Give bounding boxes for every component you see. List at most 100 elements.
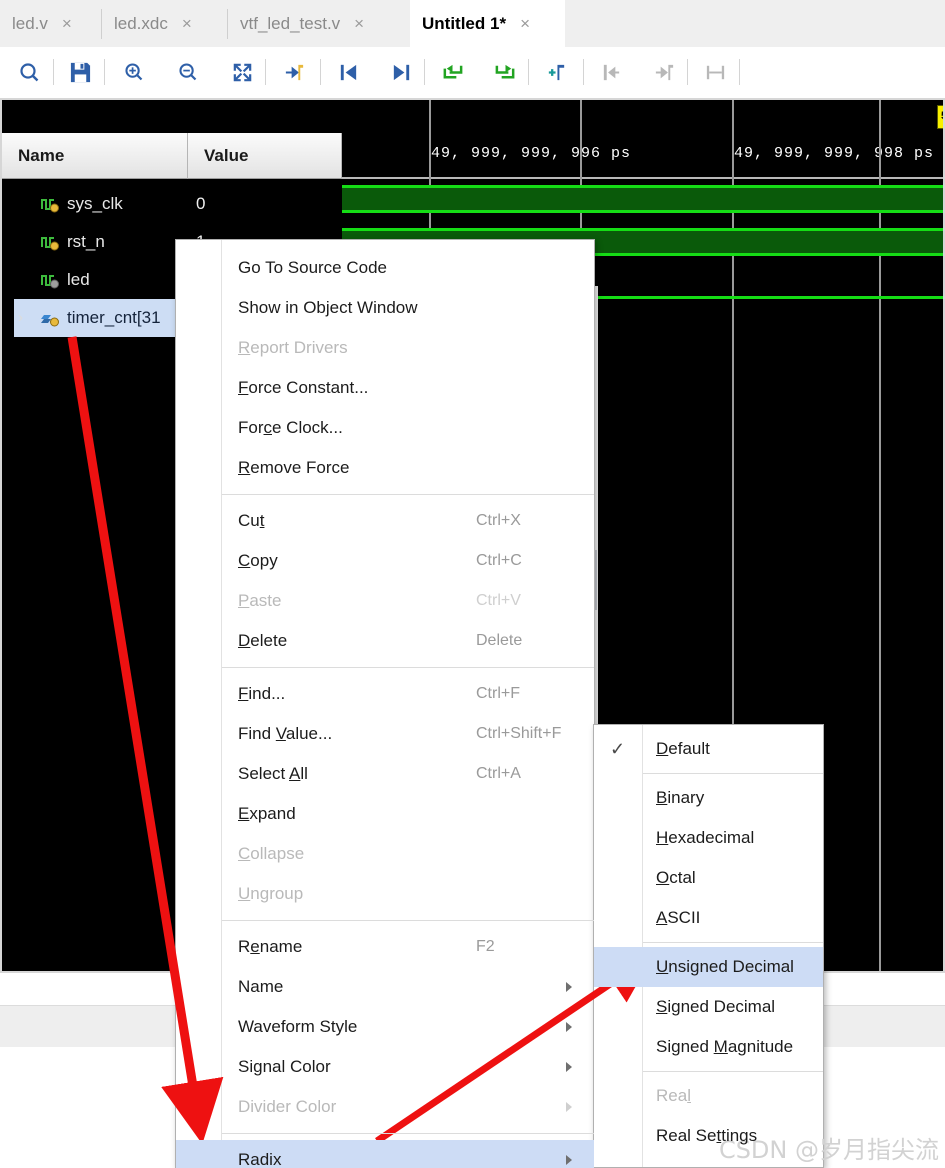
menu-item-remove-force[interactable]: Remove Force <box>176 448 594 488</box>
menu-item-show-in-object-window[interactable]: Show in Object Window <box>176 288 594 328</box>
radix-item-octal[interactable]: Octal <box>594 858 823 898</box>
radix-item-real-settings[interactable]: Real Settings <box>594 1116 823 1156</box>
tab-led-v[interactable]: led.v × <box>0 0 101 47</box>
menu-item-label: Hexadecimal <box>656 828 755 847</box>
toolbar-divider <box>528 59 529 85</box>
save-button[interactable] <box>64 57 96 88</box>
tab-untitled-1[interactable]: Untitled 1* × <box>410 0 565 47</box>
next-marker-button[interactable] <box>489 57 521 88</box>
add-marker-button[interactable] <box>540 57 572 88</box>
next-divider-button[interactable] <box>648 57 680 88</box>
menu-item-label: Force Clock... <box>238 418 343 437</box>
zoom-out-button[interactable] <box>172 57 204 88</box>
go-to-time-icon <box>285 64 303 81</box>
menu-item-collapse: Collapse <box>176 834 594 874</box>
radix-item-signed-decimal[interactable]: Signed Decimal <box>594 987 823 1027</box>
time-marker-badge[interactable]: 5 <box>937 105 943 129</box>
menu-item-divider-color: Divider Color <box>176 1087 594 1127</box>
tab-led-xdc[interactable]: led.xdc × <box>102 0 227 47</box>
search-icon <box>20 62 39 81</box>
menu-item-label: Delete <box>238 631 288 650</box>
toolbar-divider <box>265 59 266 85</box>
menu-separator <box>222 494 594 495</box>
menu-item-expand[interactable]: Expand <box>176 794 594 834</box>
menu-item-label: Expand <box>238 804 296 823</box>
column-header-name[interactable]: Name <box>2 133 188 179</box>
menu-separator <box>643 773 823 774</box>
add-marker-icon <box>548 64 564 81</box>
submenu-arrow-icon <box>566 1062 572 1072</box>
menu-item-force-constant[interactable]: Force Constant... <box>176 368 594 408</box>
next-marker-icon <box>495 64 514 79</box>
previous-marker-button[interactable] <box>436 57 468 88</box>
menu-item-radix[interactable]: Radix <box>176 1140 594 1168</box>
zoom-in-button[interactable] <box>118 57 150 88</box>
tab-vtf-led-test-v[interactable]: vtf_led_test.v × <box>228 0 410 47</box>
menu-item-copy[interactable]: Copy Ctrl+C <box>176 541 594 581</box>
waveform-toolbar <box>0 47 945 99</box>
menu-separator <box>222 667 594 668</box>
menu-separator <box>643 1071 823 1072</box>
menu-item-signal-color[interactable]: Signal Color <box>176 1047 594 1087</box>
menu-item-cut[interactable]: Cut Ctrl+X <box>176 501 594 541</box>
menu-item-paste: Paste Ctrl+V <box>176 581 594 621</box>
expand-collapse-icon[interactable]: › <box>18 309 23 326</box>
submenu-arrow-icon <box>566 1022 572 1032</box>
close-icon[interactable]: × <box>182 14 192 34</box>
waveform-trace-sys-clk <box>342 185 943 213</box>
prev-divider-icon <box>603 64 619 81</box>
radix-item-real: Real <box>594 1076 823 1116</box>
time-ruler: 49, 999, 999, 996 ps 49, 999, 999, 998 p… <box>342 145 943 179</box>
menu-item-rename[interactable]: Rename F2 <box>176 927 594 967</box>
menu-item-shortcut: F2 <box>476 938 495 955</box>
signal-name: sys_clk <box>67 194 123 213</box>
radix-item-ascii[interactable]: ASCII <box>594 898 823 938</box>
menu-item-label: Waveform Style <box>238 1017 358 1036</box>
menu-item-label: Collapse <box>238 844 305 863</box>
radix-item-hexadecimal[interactable]: Hexadecimal <box>594 818 823 858</box>
toolbar-divider <box>53 59 54 85</box>
signal-name: led <box>67 270 90 289</box>
ruler-baseline <box>342 177 943 179</box>
previous-divider-button[interactable] <box>595 57 627 88</box>
zoom-fit-button[interactable] <box>226 57 258 88</box>
menu-item-find[interactable]: Find... Ctrl+F <box>176 674 594 714</box>
close-icon[interactable]: × <box>520 14 530 34</box>
menu-item-go-to-source-code[interactable]: Go To Source Code <box>176 248 594 288</box>
search-button[interactable] <box>14 57 46 88</box>
measure-button[interactable] <box>699 57 731 88</box>
menu-item-force-clock[interactable]: Force Clock... <box>176 408 594 448</box>
menu-item-delete[interactable]: Delete Delete <box>176 621 594 661</box>
tab-label: Untitled 1* <box>422 13 507 33</box>
previous-transition-button[interactable] <box>332 57 364 88</box>
measure-icon <box>706 65 724 80</box>
toolbar-divider <box>583 59 584 85</box>
menu-item-select-all[interactable]: Select All Ctrl+A <box>176 754 594 794</box>
radix-item-signed-magnitude[interactable]: Signed Magnitude <box>594 1027 823 1067</box>
time-tick-label: 49, 999, 999, 996 ps <box>431 145 632 162</box>
close-icon[interactable]: × <box>354 14 364 34</box>
close-icon[interactable]: × <box>62 14 72 34</box>
waveform-signal-icon <box>40 272 60 289</box>
radix-item-unsigned-decimal[interactable]: Unsigned Decimal <box>594 947 823 987</box>
signal-name-column: sys_clk rst_n led timer_cnt[31 › <box>2 179 214 971</box>
menu-item-shortcut: Ctrl+C <box>476 552 522 569</box>
menu-item-label: Default <box>656 739 710 758</box>
menu-item-label: Name <box>238 977 284 996</box>
menu-item-waveform-style[interactable]: Waveform Style <box>176 1007 594 1047</box>
go-to-time-button[interactable] <box>278 57 310 88</box>
menu-item-name[interactable]: Name <box>176 967 594 1007</box>
menu-item-shortcut: Ctrl+X <box>476 512 521 529</box>
menu-separator <box>643 942 823 943</box>
tab-label: led.xdc <box>114 13 168 33</box>
menu-item-ungroup: Ungroup <box>176 874 594 914</box>
menu-item-find-value[interactable]: Find Value... Ctrl+Shift+F <box>176 714 594 754</box>
radix-item-default[interactable]: ✓ Default <box>594 729 823 769</box>
menu-separator <box>222 1133 594 1134</box>
menu-item-shortcut: Ctrl+Shift+F <box>476 725 562 742</box>
next-transition-button[interactable] <box>385 57 417 88</box>
menu-item-label: Rename <box>238 937 303 956</box>
column-header-value[interactable]: Value <box>188 133 342 179</box>
toolbar-divider <box>104 59 105 85</box>
radix-item-binary[interactable]: Binary <box>594 778 823 818</box>
